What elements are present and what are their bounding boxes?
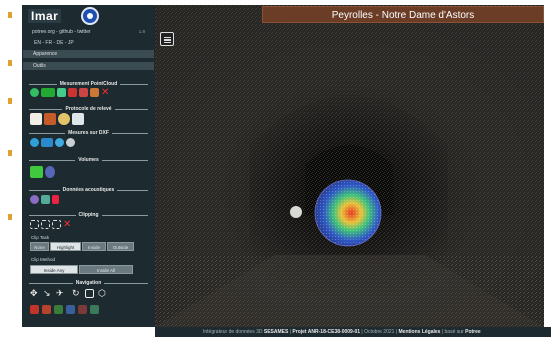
acoustic-source-icon[interactable]	[30, 195, 39, 204]
point-measure-icon[interactable]	[30, 88, 39, 97]
volume-tools	[30, 166, 55, 178]
acoustic-tools	[30, 195, 59, 204]
clip-task-outside[interactable]: Outside	[107, 242, 134, 251]
margin-mark	[8, 214, 12, 220]
clip-volume-icon[interactable]	[30, 220, 39, 229]
left-margin-strip	[0, 0, 20, 353]
volume-box-icon[interactable]	[30, 166, 43, 178]
external-links[interactable]: potree.org - github - twitter	[32, 29, 91, 35]
menu-outils[interactable]: Outils	[23, 62, 154, 71]
clip-task-label: Clip Task	[31, 235, 50, 240]
navigation-tools: ✥ ↘ ✈ ↻ ⬡	[30, 289, 107, 298]
earth-control-icon[interactable]: ↘	[43, 289, 52, 298]
angle-measure-icon[interactable]	[79, 88, 88, 97]
cube-view-icon[interactable]: ⬡	[98, 289, 107, 298]
pointcloud-viewer[interactable]	[155, 5, 544, 327]
clip-task-group: None Highlight Inside Outside	[30, 242, 134, 251]
dxf-circle-icon[interactable]	[55, 138, 64, 147]
clip-method-inside-all[interactable]: Inside All	[79, 265, 133, 274]
remove-clip-icon[interactable]: ✕	[63, 220, 72, 230]
margin-mark	[8, 12, 12, 18]
section-dxf: Mesures sur DXF	[26, 130, 151, 136]
section-navigation: Navigation	[26, 280, 151, 286]
footer-sep: | basé sur	[440, 329, 466, 335]
left-view-icon[interactable]	[42, 305, 51, 314]
back-view-icon[interactable]	[66, 305, 75, 314]
fly-control-icon[interactable]: ✈	[56, 289, 68, 298]
dxf-point-icon[interactable]	[30, 138, 39, 147]
menu-apparence[interactable]: Apparence	[23, 50, 154, 59]
margin-mark	[8, 98, 12, 104]
potree-link[interactable]: Potree	[465, 329, 481, 335]
footer-sep: | Octobre 2021 |	[360, 329, 399, 335]
pointcloud-render[interactable]	[155, 5, 544, 327]
dxf-line-icon[interactable]	[41, 138, 53, 147]
acoustic-ray-icon[interactable]	[41, 195, 50, 204]
clip-task-highlight[interactable]: Highlight	[50, 242, 81, 251]
logo: Imar	[28, 7, 100, 25]
sesames-link[interactable]: SESAMES	[264, 329, 288, 335]
sidebar: Imar potree.org - github - twitter 1.8 E…	[22, 5, 155, 327]
remove-measure-icon[interactable]: ✕	[101, 88, 110, 98]
view-title: Peyrolles - Notre Dame d'Astors	[262, 6, 544, 23]
project-link[interactable]: Projet ANR-18-CE38-0009-01	[292, 329, 360, 335]
protocol-sketch-icon[interactable]	[30, 113, 42, 125]
section-acoustic: Données acoustiques	[26, 187, 151, 193]
globe-badge-icon[interactable]	[81, 7, 100, 25]
dxf-tools	[30, 138, 75, 147]
clip-method-label: Clip Method	[31, 257, 56, 262]
section-protocol: Protocole de relevé	[26, 106, 151, 112]
distance-measure-icon[interactable]	[41, 88, 55, 97]
footer: Intégrateur de données 3D SESAMES | Proj…	[155, 327, 551, 337]
volume-sphere-icon[interactable]	[45, 166, 55, 178]
margin-mark	[8, 60, 12, 66]
clip-task-inside[interactable]: Inside	[82, 242, 106, 251]
dxf-ball-icon[interactable]	[66, 138, 75, 147]
clip-polygon-icon[interactable]	[41, 220, 50, 229]
view-cubes	[30, 305, 99, 314]
section-volumes: Volumes	[26, 157, 151, 163]
clip-task-none[interactable]: None	[30, 242, 49, 251]
right-view-icon[interactable]	[78, 305, 87, 314]
screen: Peyrolles - Notre Dame d'Astors Imar pot…	[0, 0, 551, 353]
clip-screen-box-icon[interactable]	[52, 220, 61, 229]
clipping-tools: ✕	[30, 220, 72, 230]
measure-tools: ✕	[30, 88, 110, 98]
area-measure-icon[interactable]	[68, 88, 77, 97]
front-view-icon[interactable]	[30, 305, 39, 314]
footer-prefix: Intégrateur de données 3D	[203, 329, 263, 335]
orbit-control-icon[interactable]: ↻	[72, 289, 81, 298]
legal-link[interactable]: Mentions Légales	[399, 329, 441, 335]
section-clipping: Clipping	[26, 212, 151, 218]
height-measure-icon[interactable]	[57, 88, 66, 97]
focus-icon[interactable]	[85, 289, 94, 298]
clip-method-inside-any[interactable]: Inside Any	[30, 265, 78, 274]
measurement-sphere[interactable]	[314, 179, 382, 247]
acoustic-speaker-icon[interactable]	[52, 195, 59, 204]
bottom-view-icon[interactable]	[90, 305, 99, 314]
move-icon[interactable]: ✥	[30, 289, 39, 298]
menu-toggle-icon[interactable]	[160, 32, 174, 46]
profile-measure-icon[interactable]	[90, 88, 99, 97]
logo-text: Imar	[28, 9, 62, 23]
version-label: 1.8	[138, 29, 145, 34]
protocol-tools	[30, 113, 84, 125]
measure-point-marker[interactable]	[290, 206, 302, 218]
clip-method-group: Inside Any Inside All	[30, 265, 133, 274]
top-view-icon[interactable]	[54, 305, 63, 314]
protocol-circle-icon[interactable]	[58, 113, 70, 125]
margin-mark	[8, 150, 12, 156]
language-selector[interactable]: EN - FR - DE - JP	[34, 40, 74, 46]
section-measure: Mesurement PointCloud	[26, 81, 151, 87]
protocol-hand-icon[interactable]	[44, 113, 56, 125]
protocol-chart-icon[interactable]	[72, 113, 84, 125]
